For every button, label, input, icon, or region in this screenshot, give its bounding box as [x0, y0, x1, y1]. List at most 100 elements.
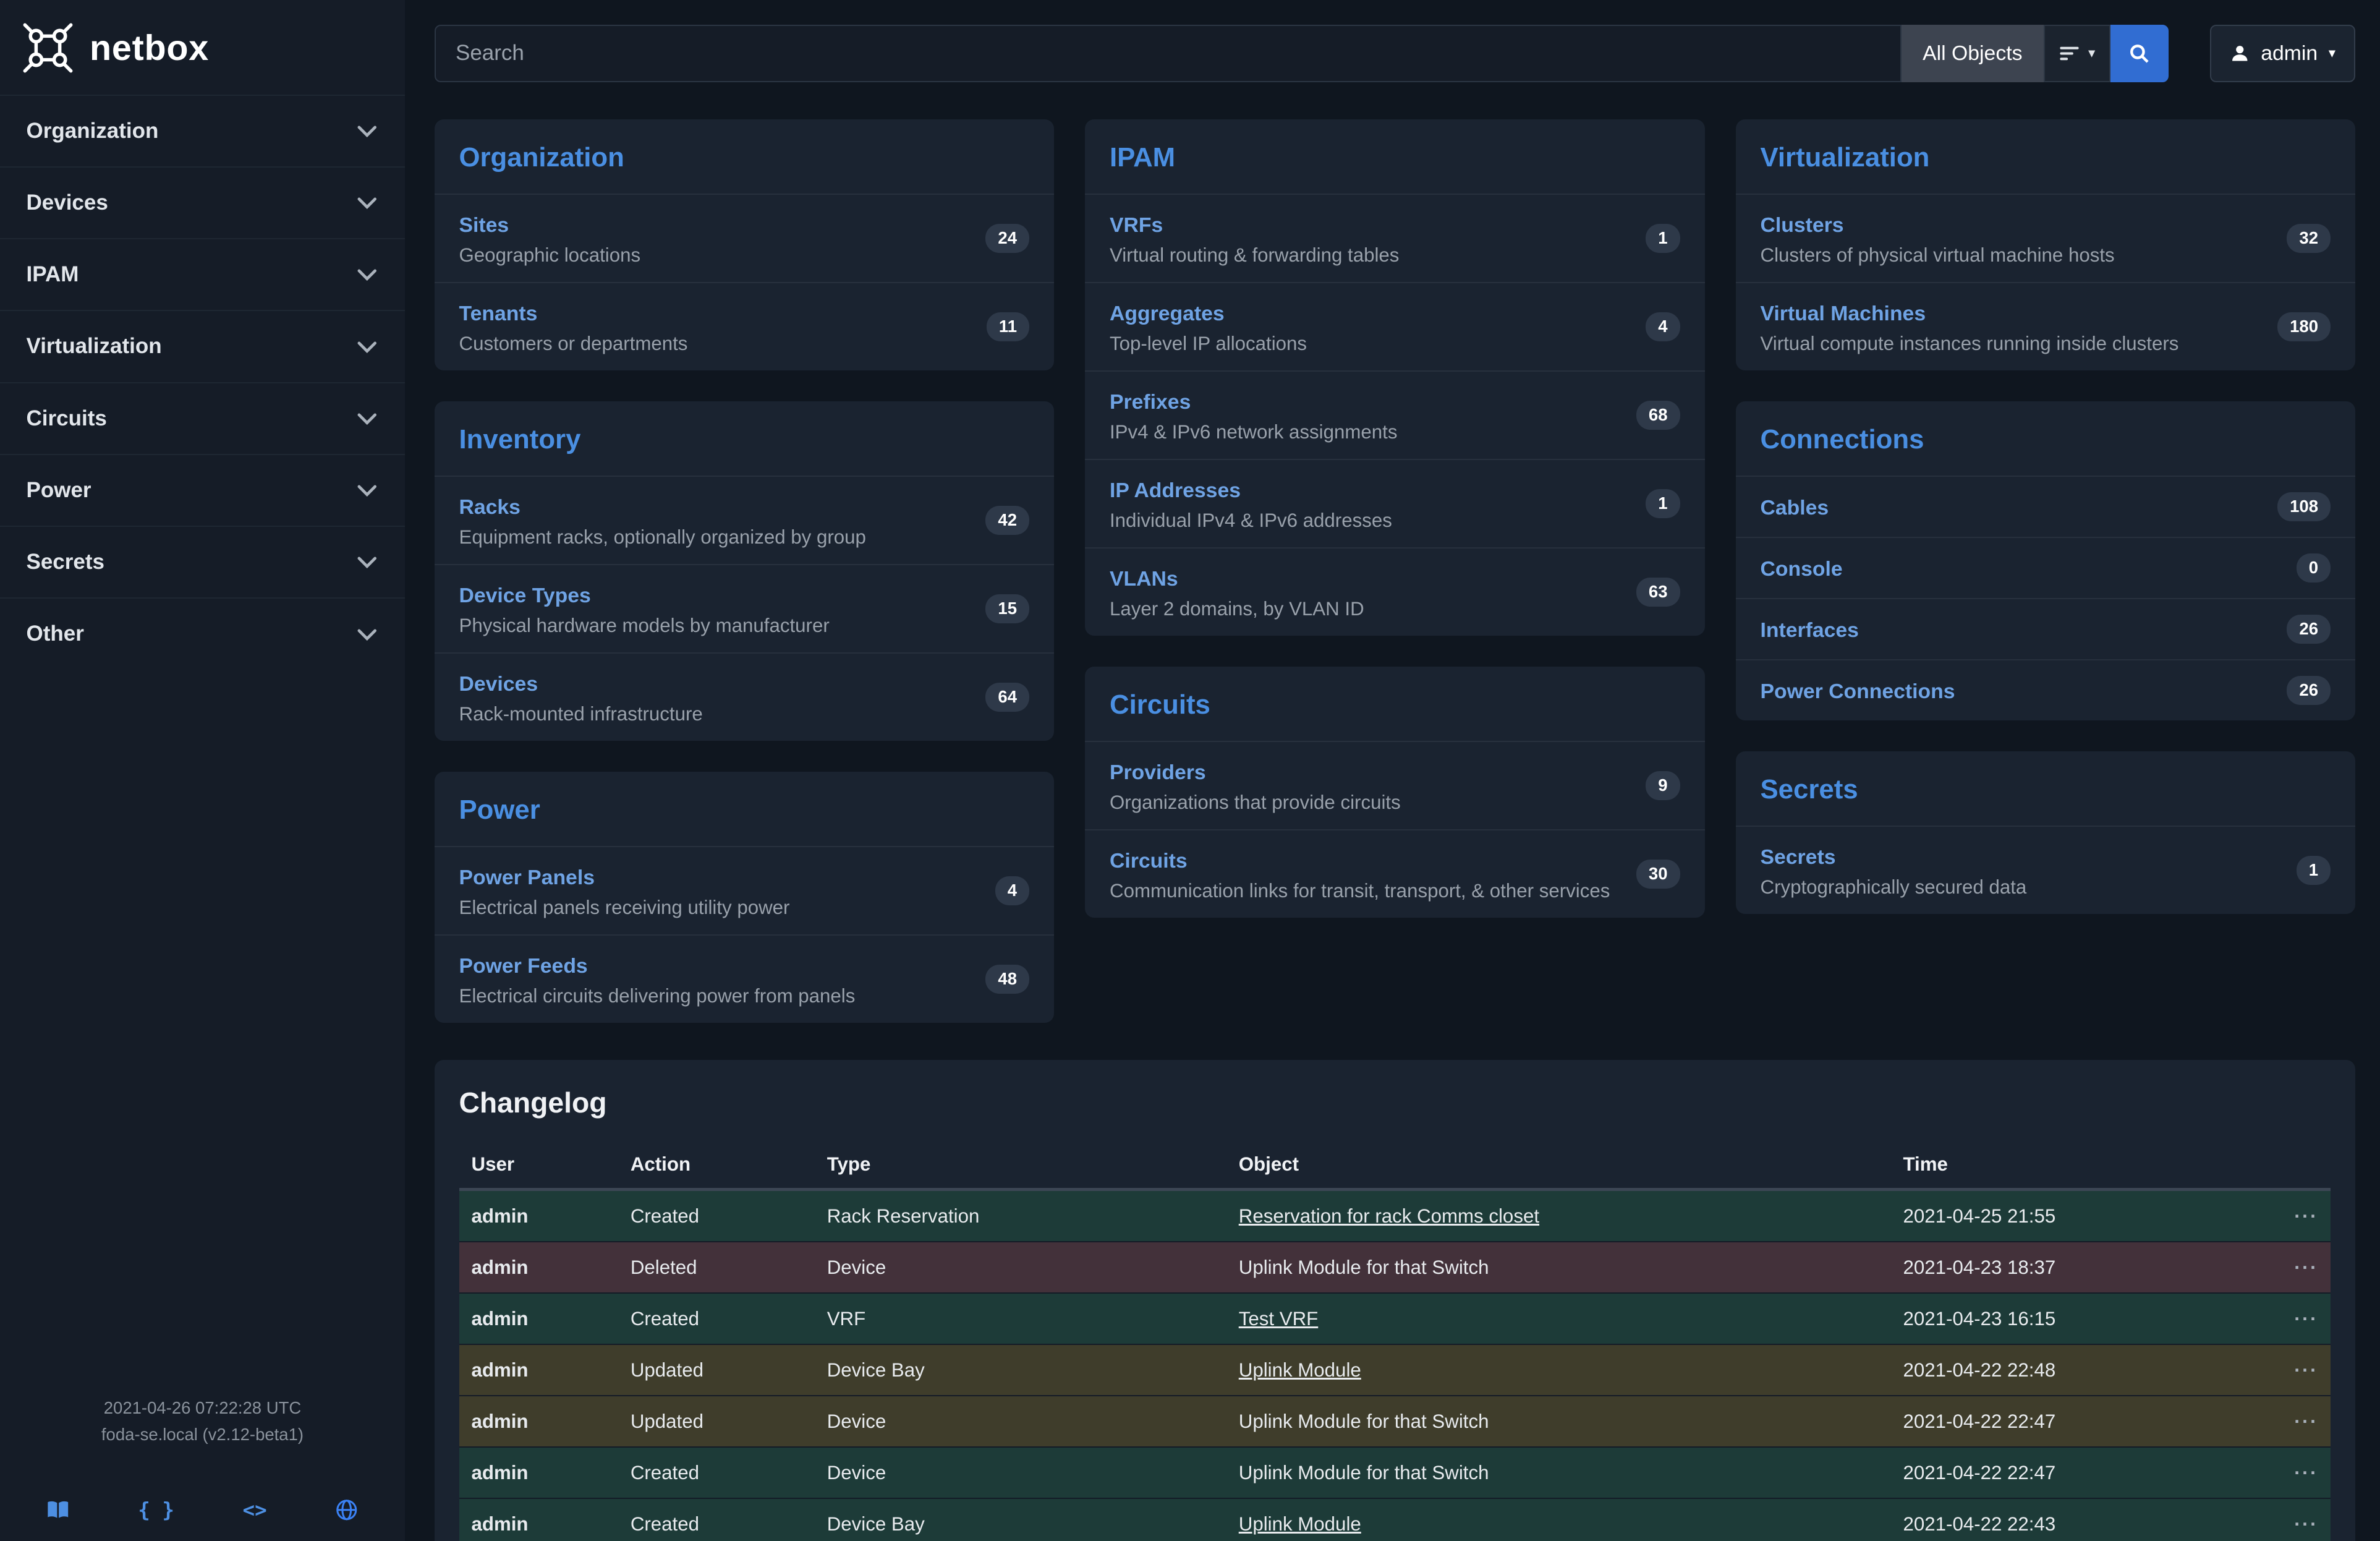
changelog-actions-cell: ···	[2265, 1242, 2331, 1293]
row-actions-button[interactable]: ···	[2294, 1513, 2318, 1535]
sidebar-nav-label: Virtualization	[27, 334, 162, 359]
docs-book-icon[interactable]	[46, 1498, 70, 1522]
row-actions-button[interactable]: ···	[2294, 1462, 2318, 1483]
card-item-text: Providers Organizations that provide cir…	[1110, 758, 1416, 814]
changelog-time-cell: 2021-04-23 18:37	[1891, 1242, 2266, 1293]
sidebar-nav-label: IPAM	[27, 262, 79, 287]
card-item-list: Cables 108 Console 0 Interfaces 26 Power…	[1736, 476, 2356, 720]
changelog-object-link[interactable]: Reservation for rack Comms closet	[1239, 1205, 1539, 1227]
dashboard-card: IPAM VRFs Virtual routing & forwarding t…	[1085, 119, 1705, 636]
dashboard-column: Organization Sites Geographic locations …	[435, 119, 1055, 1023]
card-item-link[interactable]: Power Panels	[459, 866, 595, 890]
card-item-link[interactable]: Interfaces	[1761, 618, 1859, 642]
scope-button[interactable]: All Objects	[1902, 25, 2044, 82]
user-menu-button[interactable]: admin ▾	[2210, 25, 2355, 82]
row-actions-button[interactable]: ···	[2294, 1359, 2318, 1381]
card-item-description: Rack-mounted infrastructure	[459, 703, 703, 725]
card-item-list: Clusters Clusters of physical virtual ma…	[1736, 194, 2356, 370]
card-item-link[interactable]: Clusters	[1761, 213, 1844, 237]
sidebar-nav-item[interactable]: Organization	[0, 95, 405, 166]
dashboard-column: IPAM VRFs Virtual routing & forwarding t…	[1085, 119, 1705, 918]
count-badge: 32	[2287, 224, 2331, 253]
card-item-link[interactable]: Aggregates	[1110, 302, 1225, 326]
card-item-text: Cables	[1761, 493, 1845, 521]
changelog-time-cell: 2021-04-22 22:48	[1891, 1344, 2266, 1396]
footer-icons: { } <>	[0, 1495, 405, 1526]
card-item: IP Addresses Individual IPv4 & IPv6 addr…	[1085, 459, 1705, 547]
sidebar-nav-label: Secrets	[27, 550, 104, 574]
filter-button[interactable]: ▾	[2044, 25, 2110, 82]
count-badge: 0	[2297, 553, 2331, 583]
card-item-text: Power Connections	[1761, 677, 1971, 704]
changelog-user-cell: admin	[459, 1447, 618, 1498]
user-icon	[2230, 43, 2250, 64]
count-badge: 42	[985, 506, 1029, 535]
sidebar-nav-label: Devices	[27, 190, 108, 215]
sidebar-nav-item[interactable]: Devices	[0, 166, 405, 238]
card-item-link[interactable]: Console	[1761, 557, 1843, 581]
card-item: Sites Geographic locations 24	[435, 194, 1055, 282]
card-item-description: Virtual compute instances running inside…	[1761, 333, 2179, 355]
card-item: Prefixes IPv4 & IPv6 network assignments…	[1085, 370, 1705, 459]
card-item: Power Feeds Electrical circuits deliveri…	[435, 934, 1055, 1023]
card-title: Inventory	[435, 401, 1055, 476]
dashboard-card: Virtualization Clusters Clusters of phys…	[1736, 119, 2356, 370]
changelog-column-header-actions	[2265, 1141, 2331, 1190]
brand-name: netbox	[90, 28, 209, 69]
search-button[interactable]	[2110, 25, 2169, 82]
card-item-link[interactable]: Prefixes	[1110, 390, 1191, 414]
sidebar-nav-item[interactable]: Secrets	[0, 526, 405, 597]
card-item-link[interactable]: Devices	[459, 672, 538, 696]
card-item-link[interactable]: Power Connections	[1761, 680, 1955, 704]
card-item-link[interactable]: Virtual Machines	[1761, 302, 1926, 326]
sidebar-nav-item[interactable]: IPAM	[0, 238, 405, 310]
count-badge: 48	[985, 965, 1029, 994]
card-item-link[interactable]: VRFs	[1110, 213, 1163, 237]
changelog-column-header: Object	[1226, 1141, 1891, 1190]
sidebar-nav-item[interactable]: Other	[0, 597, 405, 669]
row-actions-button[interactable]: ···	[2294, 1411, 2318, 1432]
card-item-list: Power Panels Electrical panels receiving…	[435, 846, 1055, 1023]
card-item-text: Clusters Clusters of physical virtual ma…	[1761, 210, 2130, 267]
card-item-link[interactable]: IP Addresses	[1110, 479, 1241, 503]
community-globe-icon[interactable]	[335, 1498, 359, 1522]
sidebar-nav-item[interactable]: Virtualization	[0, 310, 405, 382]
api-braces-icon[interactable]: { }	[138, 1495, 174, 1526]
card-item-link[interactable]: Sites	[459, 213, 509, 237]
card-item-link[interactable]: Power Feeds	[459, 954, 588, 978]
changelog-object-link[interactable]: Uplink Module	[1239, 1359, 1361, 1381]
changelog-object-cell: Uplink Module	[1226, 1344, 1891, 1396]
card-title: Connections	[1736, 401, 2356, 476]
card-item-link[interactable]: Racks	[459, 495, 521, 519]
code-brackets-icon[interactable]: <>	[243, 1495, 267, 1526]
changelog-object-cell: Uplink Module for that Switch	[1226, 1242, 1891, 1293]
card-item-link[interactable]: Providers	[1110, 761, 1206, 785]
card-item-text: Circuits Communication links for transit…	[1110, 846, 1625, 902]
card-item-description: Cryptographically secured data	[1761, 876, 2027, 899]
search-input[interactable]	[435, 25, 1902, 82]
card-item: Providers Organizations that provide cir…	[1085, 741, 1705, 829]
brand-link[interactable]: netbox	[0, 0, 405, 95]
card-item: Console 0	[1736, 537, 2356, 598]
row-actions-button[interactable]: ···	[2294, 1308, 2318, 1330]
card-item-link[interactable]: Cables	[1761, 496, 1829, 520]
changelog-user-cell: admin	[459, 1498, 618, 1541]
changelog-object-link[interactable]: Uplink Module	[1239, 1513, 1361, 1535]
row-actions-button[interactable]: ···	[2294, 1257, 2318, 1278]
card-item-link[interactable]: Tenants	[459, 302, 538, 326]
changelog-object-link[interactable]: Test VRF	[1239, 1308, 1319, 1330]
card-item-link[interactable]: Secrets	[1761, 845, 1836, 869]
row-actions-button[interactable]: ···	[2294, 1205, 2318, 1227]
changelog-column-header: User	[459, 1141, 618, 1190]
card-item-text: Console	[1761, 554, 1858, 582]
changelog-actions-cell: ···	[2265, 1498, 2331, 1541]
card-item: Power Connections 26	[1736, 659, 2356, 720]
sidebar-nav-item[interactable]: Circuits	[0, 382, 405, 454]
sidebar-nav-item[interactable]: Power	[0, 454, 405, 526]
card-item-link[interactable]: Circuits	[1110, 849, 1188, 873]
card-item-link[interactable]: Device Types	[459, 584, 591, 608]
card-item-link[interactable]: VLANs	[1110, 567, 1178, 591]
card-item: Device Types Physical hardware models by…	[435, 564, 1055, 652]
changelog-actions-cell: ···	[2265, 1190, 2331, 1242]
changelog-table: UserActionTypeObjectTime admin Created R…	[459, 1141, 2331, 1541]
